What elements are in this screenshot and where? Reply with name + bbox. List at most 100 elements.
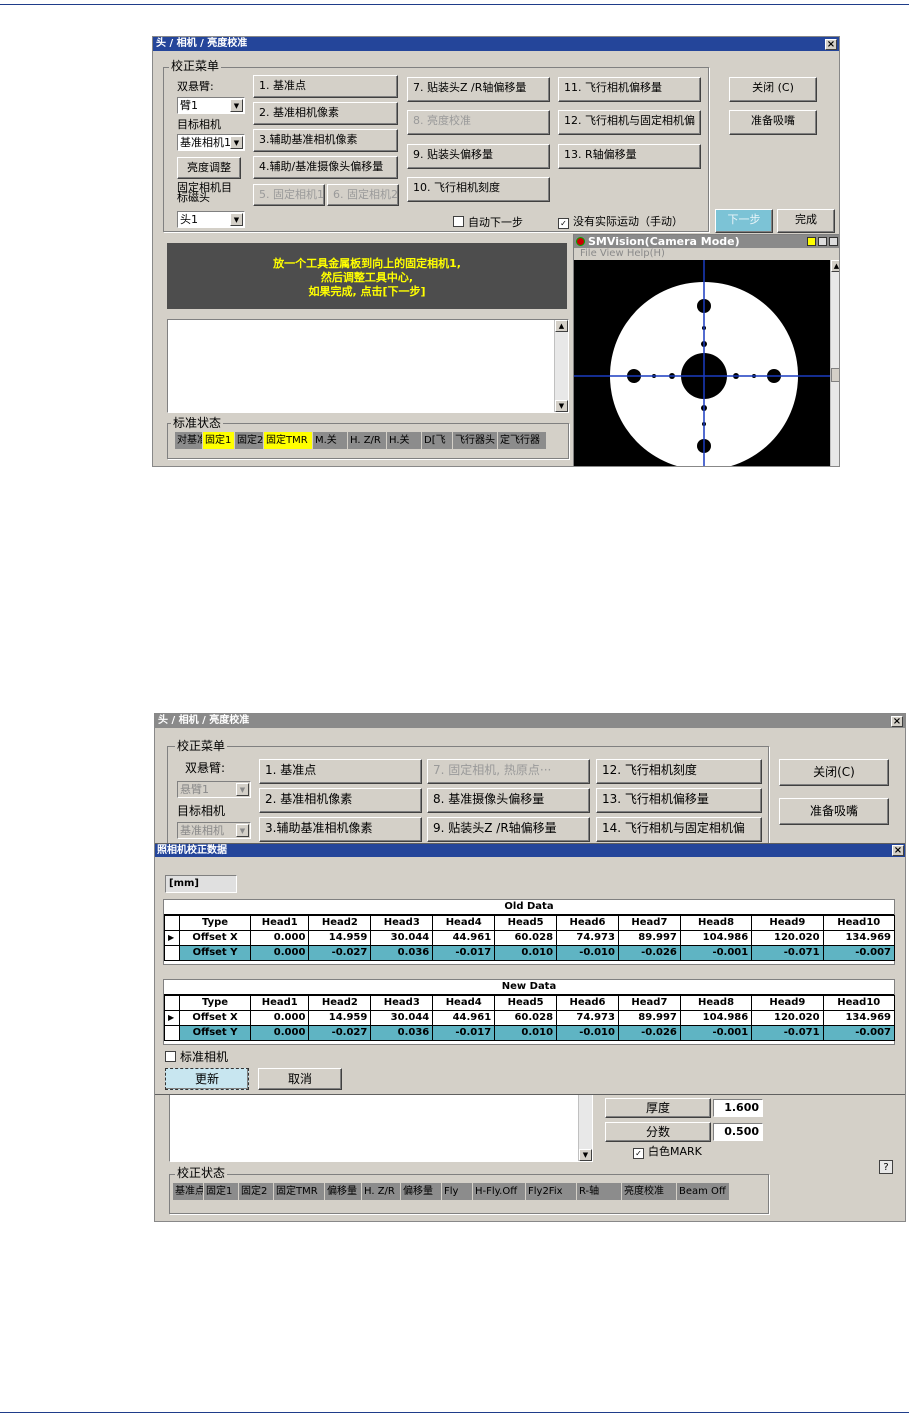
thickness-input[interactable]: 1.600: [713, 1099, 763, 1117]
table-row[interactable]: Offset Y 0.000 -0.027 0.036 -0.017 0.010 -0.01…: [164, 1025, 896, 1041]
calib-btn-11[interactable]: 11. 飞行相机偏移量: [558, 77, 701, 102]
value-cell[interactable]: 74.973: [556, 930, 619, 946]
table-row[interactable]: ▶ Offset X 0.000 14.959 30.044 44.961 60.028 74…: [164, 1010, 896, 1026]
value-cell[interactable]: 134.969: [822, 1010, 896, 1026]
value-cell[interactable]: 0.000: [250, 1025, 310, 1041]
target-camera-select[interactable]: 基准相机1 ▼: [177, 134, 245, 151]
calib-btn-13[interactable]: 13. R轴偏移量: [558, 144, 701, 169]
value-cell[interactable]: 0.036: [370, 945, 434, 961]
value-cell[interactable]: 134.969: [822, 930, 896, 946]
value-cell[interactable]: -0.071: [751, 1025, 824, 1041]
value-cell[interactable]: -0.026: [617, 1025, 681, 1041]
calib-btn-14[interactable]: 14. 飞行相机与固定相机偏: [596, 817, 762, 842]
calib-btn-2[interactable]: 2. 基准相机像素: [259, 788, 422, 813]
calib-btn-12[interactable]: 12. 飞行相机刻度: [596, 759, 762, 784]
value-cell[interactable]: 120.020: [751, 1010, 824, 1026]
calib-btn-1[interactable]: 1. 基准点: [253, 75, 398, 98]
value-cell[interactable]: -0.017: [432, 1025, 496, 1041]
chevron-down-icon[interactable]: ▼: [230, 99, 243, 112]
row-type-cell[interactable]: Offset X: [178, 930, 252, 946]
minimize-icon[interactable]: [807, 237, 816, 246]
value-cell[interactable]: 44.961: [432, 1010, 496, 1026]
no-motion-checkbox[interactable]: ✓ 没有实际运动（手动）: [558, 216, 683, 229]
scroll-down-icon[interactable]: ▼: [579, 1149, 592, 1161]
next-step-button[interactable]: 下一步: [715, 209, 773, 233]
value-cell[interactable]: 0.010: [494, 1025, 558, 1041]
calib-btn-4[interactable]: 4.辅助/基准摄像头偏移量: [253, 156, 398, 179]
chevron-down-icon[interactable]: ▼: [230, 213, 243, 226]
calib-btn-2[interactable]: 2. 基准相机像素: [253, 102, 398, 125]
calib-btn-3[interactable]: 3.辅助基准相机像素: [259, 817, 422, 842]
calib-btn-7[interactable]: 7. 固定相机, 热原点···: [427, 759, 590, 784]
value-cell[interactable]: 44.961: [432, 930, 496, 946]
value-cell[interactable]: -0.017: [432, 945, 496, 961]
help-icon[interactable]: ?: [879, 1160, 893, 1174]
table-row[interactable]: Offset Y 0.000 -0.027 0.036 -0.017 0.010 -0.01…: [164, 945, 896, 961]
value-cell[interactable]: 30.044: [370, 1010, 434, 1026]
auto-next-checkbox[interactable]: 自动下一步: [453, 216, 523, 229]
value-cell[interactable]: 0.000: [250, 945, 310, 961]
value-cell[interactable]: 0.000: [250, 930, 310, 946]
value-cell[interactable]: 0.010: [494, 945, 558, 961]
calib-btn-3[interactable]: 3.辅助基准相机像素: [253, 129, 398, 152]
value-cell[interactable]: 14.959: [308, 930, 372, 946]
log-scrollbar[interactable]: ▲ ▼: [554, 320, 568, 412]
score-input[interactable]: 0.500: [713, 1123, 763, 1141]
target-camera-select[interactable]: 基准相机 ▼: [177, 822, 251, 839]
arm-select[interactable]: 臂1 ▼: [177, 97, 245, 114]
close-icon[interactable]: ×: [891, 716, 903, 727]
chevron-down-icon[interactable]: ▼: [236, 783, 249, 796]
prepare-nozzle-button[interactable]: 准备吸嘴: [729, 110, 817, 135]
finish-button[interactable]: 完成: [777, 209, 835, 233]
prepare-nozzle-button[interactable]: 准备吸嘴: [779, 798, 889, 825]
calib-btn-7[interactable]: 7. 贴装头Z /R轴偏移量: [407, 77, 550, 102]
close-button[interactable]: 关闭 (C): [729, 77, 817, 102]
scroll-up-icon[interactable]: ▲: [555, 320, 568, 332]
row-type-cell[interactable]: Offset Y: [178, 1025, 252, 1041]
chevron-down-icon[interactable]: ▼: [230, 136, 243, 149]
value-cell[interactable]: 0.036: [370, 1025, 434, 1041]
value-cell[interactable]: 14.959: [308, 1010, 372, 1026]
value-cell[interactable]: 74.973: [556, 1010, 619, 1026]
value-cell[interactable]: 104.986: [679, 1010, 753, 1026]
value-cell[interactable]: -0.026: [617, 945, 681, 961]
value-cell[interactable]: -0.071: [751, 945, 824, 961]
value-cell[interactable]: 60.028: [494, 1010, 558, 1026]
standard-camera-checkbox[interactable]: 标准相机: [165, 1051, 228, 1063]
value-cell[interactable]: -0.001: [679, 945, 753, 961]
value-cell[interactable]: -0.010: [556, 945, 619, 961]
row-type-cell[interactable]: Offset X: [178, 1010, 252, 1026]
cancel-button[interactable]: 取消: [258, 1068, 342, 1090]
value-cell[interactable]: 0.000: [250, 1010, 310, 1026]
head-select[interactable]: 头1 ▼: [177, 211, 245, 228]
log-scrollbar[interactable]: ▼: [578, 1095, 592, 1161]
calib-btn-8[interactable]: 8. 基准摄像头偏移量: [427, 788, 590, 813]
brightness-adjust-button[interactable]: 亮度调整: [177, 157, 241, 179]
white-mark-checkbox[interactable]: ✓ 白色MARK: [633, 1146, 702, 1159]
camera-scrollbar[interactable]: ▲: [830, 260, 839, 466]
scroll-thumb[interactable]: [831, 368, 839, 382]
close-icon[interactable]: ×: [892, 845, 904, 856]
calib-btn-8[interactable]: 8. 亮度校准: [407, 110, 550, 135]
value-cell[interactable]: -0.027: [308, 945, 372, 961]
value-cell[interactable]: -0.007: [822, 945, 896, 961]
value-cell[interactable]: 30.044: [370, 930, 434, 946]
calib-btn-1[interactable]: 1. 基准点: [259, 759, 422, 784]
scroll-down-icon[interactable]: ▼: [555, 400, 568, 412]
log-textarea[interactable]: ▼: [169, 1094, 593, 1162]
calib-btn-9[interactable]: 9. 贴装头Z /R轴偏移量: [427, 817, 590, 842]
close-button[interactable]: 关闭(C): [779, 759, 889, 786]
maximize-icon[interactable]: [818, 237, 827, 246]
calib-btn-13[interactable]: 13. 飞行相机偏移量: [596, 788, 762, 813]
calib-btn-5[interactable]: 5. 固定相机1: [253, 184, 325, 206]
value-cell[interactable]: 89.997: [617, 1010, 681, 1026]
row-type-cell[interactable]: Offset Y: [178, 945, 252, 961]
calib-btn-10[interactable]: 10. 飞行相机刻度: [407, 177, 550, 202]
table-row[interactable]: ▶ Offset X 0.000 14.959 30.044 44.961 60.028 74…: [164, 930, 896, 946]
chevron-down-icon[interactable]: ▼: [236, 824, 249, 837]
calib-btn-6[interactable]: 6. 固定相机2: [327, 184, 399, 206]
value-cell[interactable]: -0.027: [308, 1025, 372, 1041]
value-cell[interactable]: 104.986: [679, 930, 753, 946]
scroll-up-icon[interactable]: ▲: [831, 260, 839, 272]
arm-select[interactable]: 悬臂1 ▼: [177, 781, 251, 798]
